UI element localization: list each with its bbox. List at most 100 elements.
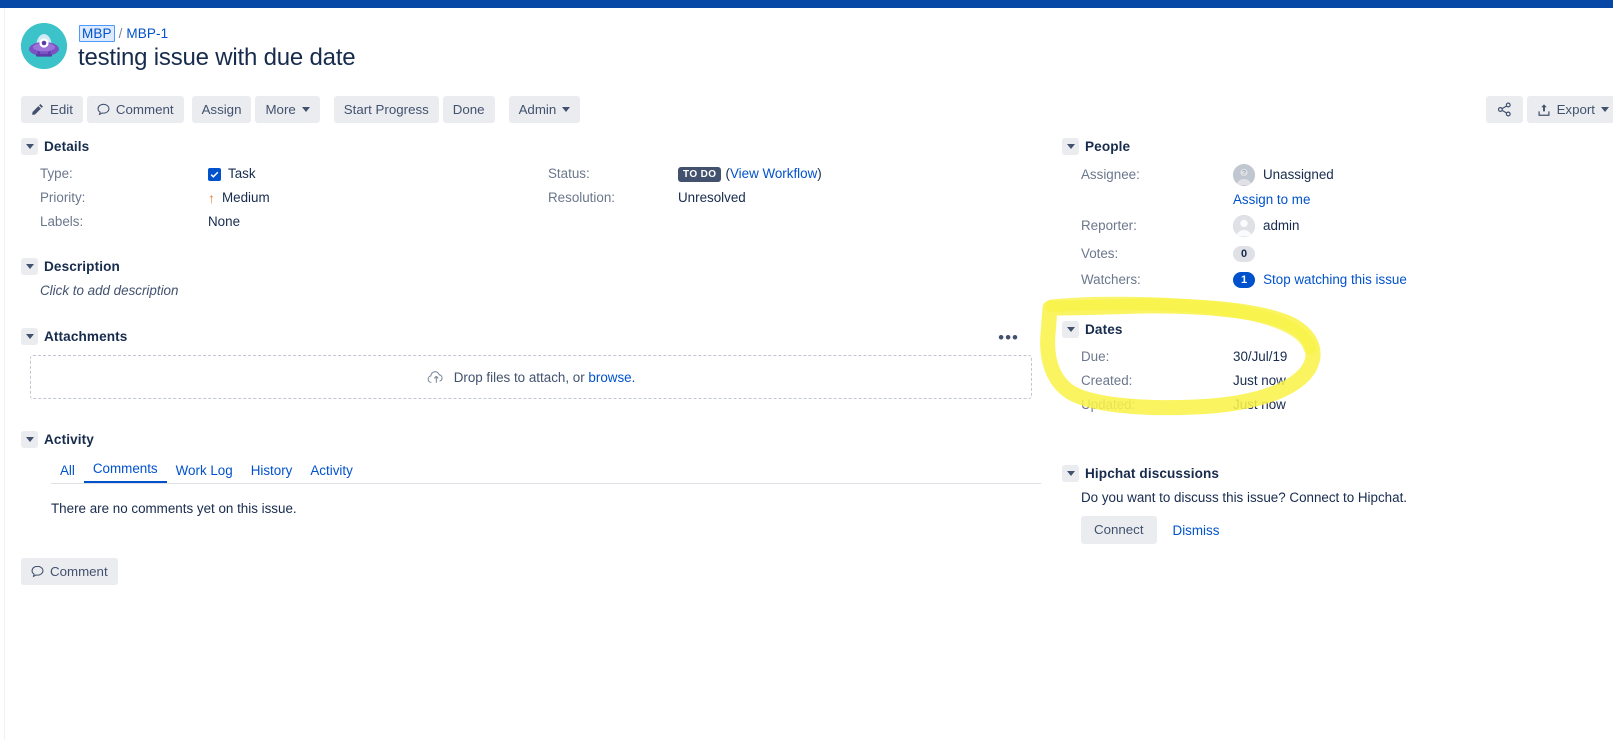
- activity-collapse-toggle[interactable]: [21, 430, 38, 448]
- details-section: Details Type: Task Status: TO DO (View W…: [21, 136, 1031, 234]
- issue-header: MBP / MBP-1 testing issue with due date: [0, 8, 1613, 94]
- comment-button-top[interactable]: Comment: [86, 96, 184, 123]
- description-section: Description Click to add description: [21, 256, 1031, 298]
- status-value: TO DO (View Workflow): [678, 162, 1031, 186]
- people-collapse-toggle[interactable]: [1062, 137, 1079, 155]
- people-field-grid: Assignee: ? Unassigned Assign to me Repo…: [1081, 162, 1602, 293]
- jira-issue-page: MBP / MBP-1 testing issue with due date Ed…: [0, 0, 1613, 740]
- no-comments-message: There are no comments yet on this issue.: [51, 501, 297, 516]
- priority-value: ↑ Medium: [208, 186, 548, 210]
- votes-count-badge: 0: [1233, 245, 1256, 262]
- description-placeholder[interactable]: Click to add description: [40, 283, 1031, 298]
- breadcrumb-issue-link[interactable]: MBP-1: [126, 26, 168, 41]
- assignee-value-text: Unassigned: [1263, 167, 1334, 182]
- admin-button[interactable]: Admin: [508, 96, 581, 123]
- left-edge-divider: [4, 8, 5, 740]
- browse-link[interactable]: browse.: [588, 370, 635, 385]
- stop-watching-link[interactable]: Stop watching this issue: [1263, 267, 1407, 293]
- labels-label: Labels:: [40, 214, 84, 229]
- tab-all[interactable]: All: [51, 463, 84, 483]
- due-value: 30/Jul/19: [1233, 349, 1288, 364]
- details-section-header: Details: [21, 136, 1031, 156]
- description-section-header: Description: [21, 256, 1031, 276]
- dropzone-text: Drop files to attach, or: [453, 369, 585, 385]
- export-button-label: Export: [1556, 101, 1595, 117]
- updated-label: Updated:: [1081, 397, 1136, 412]
- status-label: Status:: [548, 166, 590, 181]
- assignee-label: Assignee:: [1081, 167, 1140, 182]
- comment-action-wrap: Comment: [21, 558, 1031, 585]
- more-button[interactable]: More: [255, 96, 320, 123]
- watchers-label: Watchers:: [1081, 272, 1141, 287]
- dates-collapse-toggle[interactable]: [1062, 320, 1079, 338]
- assignee-value: ? Unassigned: [1233, 162, 1602, 188]
- description-section-title: Description: [44, 258, 120, 274]
- hipchat-dismiss-link[interactable]: Dismiss: [1173, 523, 1220, 538]
- priority-label: Priority:: [40, 190, 86, 205]
- tab-history[interactable]: History: [242, 463, 302, 483]
- comment-button-bottom[interactable]: Comment: [21, 558, 118, 585]
- paren-close: ): [817, 166, 822, 181]
- type-value: Task: [208, 162, 548, 186]
- status-badge: TO DO: [678, 166, 722, 182]
- watchers-value: 1 Stop watching this issue: [1233, 267, 1602, 293]
- issue-side-column: People Assignee: ? Unassigned Assign to …: [1062, 136, 1602, 544]
- votes-label: Votes:: [1081, 246, 1119, 261]
- description-collapse-toggle[interactable]: [21, 257, 38, 275]
- hipchat-section-header: Hipchat discussions: [1062, 463, 1602, 483]
- edit-button[interactable]: Edit: [21, 96, 83, 123]
- attachments-section-title: Attachments: [44, 328, 128, 344]
- tab-activity[interactable]: Activity: [301, 463, 361, 483]
- activity-section-header: Activity: [21, 429, 1031, 449]
- activity-tabs: All Comments Work Log History Activity: [51, 459, 1041, 484]
- reporter-label: Reporter:: [1081, 218, 1137, 233]
- start-progress-button[interactable]: Start Progress: [333, 96, 439, 123]
- done-button[interactable]: Done: [442, 96, 495, 123]
- activity-section-title: Activity: [44, 431, 94, 447]
- tab-comments[interactable]: Comments: [83, 461, 167, 483]
- share-icon: [1497, 102, 1512, 117]
- resolution-value: Unresolved: [678, 190, 746, 205]
- updated-value: Just now: [1233, 397, 1286, 412]
- dates-field-grid: Due: 30/Jul/19 Created: Just now Updated…: [1081, 345, 1602, 417]
- attachment-dropzone[interactable]: Drop files to attach, or browse.: [30, 355, 1032, 399]
- due-label: Due:: [1081, 349, 1110, 364]
- task-type-icon: [208, 167, 221, 181]
- hipchat-connect-button[interactable]: Connect: [1081, 516, 1157, 544]
- hipchat-connect-label: Connect: [1094, 522, 1144, 538]
- watchers-count-badge: 1: [1233, 272, 1256, 288]
- breadcrumb: MBP / MBP-1: [79, 25, 168, 42]
- hipchat-actions: Connect Dismiss: [1081, 516, 1602, 544]
- done-button-label: Done: [452, 101, 485, 117]
- breadcrumb-project-link[interactable]: MBP: [79, 25, 115, 42]
- assign-button-label: Assign: [201, 101, 242, 117]
- share-button[interactable]: [1485, 96, 1523, 123]
- export-button[interactable]: Export: [1526, 96, 1613, 123]
- more-button-label: More: [265, 101, 296, 117]
- created-label: Created:: [1081, 373, 1133, 388]
- details-collapse-toggle[interactable]: [21, 137, 38, 155]
- edit-button-label: Edit: [50, 101, 73, 117]
- hipchat-collapse-toggle[interactable]: [1062, 464, 1079, 482]
- unassigned-avatar: ?: [1233, 164, 1255, 186]
- issue-secondary-toolbar: Export: [1482, 96, 1613, 123]
- assign-to-me-link[interactable]: Assign to me: [1233, 188, 1310, 212]
- tab-work-log[interactable]: Work Log: [167, 463, 242, 483]
- hipchat-section-title: Hipchat discussions: [1085, 465, 1220, 481]
- view-workflow-link[interactable]: View Workflow: [730, 162, 817, 186]
- priority-medium-arrow-icon: ↑: [208, 190, 215, 206]
- people-section-header: People: [1062, 136, 1602, 156]
- pencil-icon: [31, 103, 44, 116]
- comment-button-bottom-label: Comment: [50, 563, 108, 579]
- project-ufo-avatar: [21, 23, 67, 69]
- attachments-section: Attachments ••• Drop files to attach, or…: [21, 326, 1032, 399]
- attachments-collapse-toggle[interactable]: [21, 327, 38, 345]
- assign-button[interactable]: Assign: [191, 96, 252, 123]
- attachments-options-icon[interactable]: •••: [998, 329, 1019, 346]
- labels-value: None: [208, 214, 241, 229]
- export-upload-icon: [1537, 103, 1551, 117]
- reporter-value-text: admin: [1263, 218, 1300, 233]
- comment-button-top-label: Comment: [115, 101, 174, 117]
- attachments-section-header: Attachments: [21, 326, 1031, 346]
- resolution-label: Resolution:: [548, 190, 615, 205]
